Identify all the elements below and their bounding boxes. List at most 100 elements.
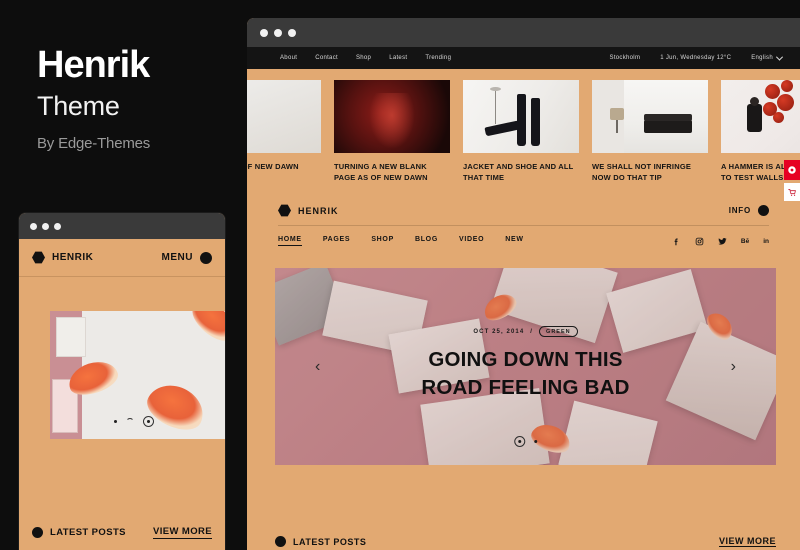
hero-meta: OCT 25, 2014 / GREEN — [473, 326, 578, 338]
promo-panel: Henrik Theme By Edge-Themes HENRIK MENU — [0, 0, 247, 550]
mobile-latest-posts-label: LATEST POSTS — [50, 526, 126, 538]
mobile-preview-window: HENRIK MENU LATEST POSTS VIEW MORE — [19, 213, 225, 550]
desktop-view-more-link[interactable]: VIEW MORE — [718, 536, 776, 547]
mobile-menu-label: MENU — [161, 252, 193, 263]
nav-item-video[interactable]: VIDEO — [459, 236, 484, 246]
site-header: HENRIK INFO HOME PAGES SHOP BLOG VIDEO N… — [247, 196, 800, 256]
window-minimize-dot-icon[interactable] — [274, 28, 282, 37]
hexagon-icon — [278, 204, 291, 217]
language-label: English — [751, 55, 773, 61]
chevron-right-icon[interactable]: › — [731, 358, 736, 375]
window-maximize-dot-icon[interactable] — [288, 28, 296, 37]
hero-slider[interactable]: OCT 25, 2014 / GREEN GOING DOWN THIS ROA… — [275, 268, 776, 465]
mobile-view-more-link[interactable]: VIEW MORE — [152, 526, 212, 539]
window-minimize-dot-icon[interactable] — [42, 222, 49, 230]
window-maximize-dot-icon[interactable] — [54, 222, 61, 230]
topbar-city: Stockholm — [609, 55, 641, 61]
theme-name: Henrik — [37, 44, 150, 86]
nav-item-home[interactable]: HOME — [278, 236, 302, 246]
hero-title: GOING DOWN THIS ROAD FEELING BAD — [421, 346, 629, 401]
topbar-link-latest[interactable]: Latest — [389, 55, 407, 61]
chevron-down-icon — [775, 53, 784, 61]
mobile-logo-text: HENRIK — [52, 252, 94, 263]
slider-dot-active[interactable] — [143, 416, 154, 427]
circle-dot-icon — [200, 251, 212, 264]
site-logo-text: HENRIK — [298, 205, 339, 216]
site-logo[interactable]: HENRIK — [278, 204, 339, 217]
art-sofa — [644, 120, 692, 133]
ticker-card-image — [334, 80, 450, 153]
nav-item-pages[interactable]: PAGES — [323, 236, 351, 246]
bullet-dot-icon — [32, 526, 43, 538]
info-label: INFO — [728, 206, 751, 215]
slider-dot-active[interactable] — [513, 436, 525, 447]
news-ticker-rail[interactable]: PAGE AS OF NEW DAWN TURNING A NEW BLANK … — [247, 80, 800, 184]
hero-slider-pagination[interactable] — [513, 436, 538, 447]
twitter-icon[interactable] — [718, 237, 727, 246]
ticker-card[interactable]: WE SHALL NOT INFRINGE NOW DO THAT TIP — [592, 80, 708, 184]
art-bottle — [484, 120, 520, 137]
linkedin-icon[interactable]: in — [763, 238, 769, 245]
desktop-latest-posts-label-group: LATEST POSTS — [275, 536, 366, 547]
info-button[interactable]: INFO — [729, 205, 769, 216]
slider-arc-dot[interactable] — [126, 417, 134, 426]
promo-title-block: Henrik Theme By Edge-Themes — [37, 46, 150, 152]
mobile-latest-posts-label-group: LATEST POSTS — [32, 526, 126, 538]
art-bottle — [517, 94, 526, 146]
art-lamp-shade — [490, 87, 501, 91]
ticker-card-title: JACKET AND SHOE AND ALL THAT TIME — [463, 162, 574, 182]
ticker-card-image — [592, 80, 708, 153]
chevron-left-icon[interactable]: ‹ — [315, 358, 320, 375]
site-topbar: About Contact Shop Latest Trending Stock… — [247, 47, 800, 69]
ticker-card[interactable]: PAGE AS OF NEW DAWN — [247, 80, 321, 184]
social-links: Bē in — [672, 237, 769, 246]
bullet-dot-icon — [275, 536, 286, 547]
hexagon-icon — [32, 251, 45, 264]
window-close-dot-icon[interactable] — [30, 222, 37, 230]
mobile-titlebar — [19, 213, 225, 239]
desktop-titlebar — [247, 18, 800, 47]
nav-links: HOME PAGES SHOP BLOG VIDEO NEW — [278, 236, 524, 246]
nav-item-blog[interactable]: BLOG — [415, 236, 438, 246]
topbar-link-trending[interactable]: Trending — [425, 55, 451, 61]
pinterest-save-button[interactable] — [784, 160, 800, 180]
art-flower — [781, 80, 793, 92]
nav-item-shop[interactable]: SHOP — [371, 236, 394, 246]
window-close-dot-icon[interactable] — [260, 28, 268, 37]
instagram-icon[interactable] — [695, 237, 704, 246]
topbar-link-shop[interactable]: Shop — [356, 55, 371, 61]
language-selector[interactable]: English — [751, 53, 784, 61]
topbar-link-about[interactable]: About — [280, 55, 297, 61]
slide-art-citrus — [141, 376, 211, 438]
site-navigation: HOME PAGES SHOP BLOG VIDEO NEW Bē in — [278, 226, 769, 256]
ticker-card[interactable]: JACKET AND SHOE AND ALL THAT TIME — [463, 80, 579, 184]
floating-action-buttons — [784, 160, 800, 201]
pinterest-icon — [788, 166, 796, 174]
ticker-card-title: PAGE AS OF NEW DAWN — [247, 162, 299, 171]
cart-button[interactable] — [784, 183, 800, 201]
art-lamp-stem — [495, 90, 496, 124]
mobile-logo[interactable]: HENRIK — [32, 251, 93, 264]
facebook-icon[interactable] — [672, 237, 681, 246]
topbar-link-contact[interactable]: Contact — [315, 55, 338, 61]
circle-dot-icon — [758, 205, 769, 216]
ticker-card-image — [247, 80, 321, 153]
hero-category-badge[interactable]: GREEN — [539, 326, 578, 338]
hero-meta-separator: / — [530, 328, 534, 335]
hero-date: OCT 25, 2014 — [473, 328, 525, 335]
mobile-hero-slide[interactable] — [50, 311, 225, 439]
hero-title-line-2: ROAD FEELING BAD — [421, 375, 630, 399]
slider-dot[interactable] — [533, 439, 538, 444]
ticker-card-title: WE SHALL NOT INFRINGE NOW DO THAT TIP — [592, 162, 692, 182]
mobile-slider-pagination[interactable] — [114, 416, 154, 427]
art-person — [747, 104, 762, 132]
mobile-menu-button[interactable]: MENU — [161, 251, 212, 264]
nav-item-new[interactable]: NEW — [505, 236, 523, 246]
art-person-head — [750, 97, 759, 106]
slider-dot[interactable] — [114, 420, 117, 423]
mobile-site-header: HENRIK MENU — [19, 239, 225, 277]
ticker-card[interactable]: TURNING A NEW BLANK PAGE AS OF NEW DAWN — [334, 80, 450, 184]
behance-icon[interactable]: Bē — [741, 238, 749, 245]
desktop-latest-posts-bar: LATEST POSTS VIEW MORE — [247, 534, 800, 550]
art-sofa-back — [644, 114, 692, 121]
